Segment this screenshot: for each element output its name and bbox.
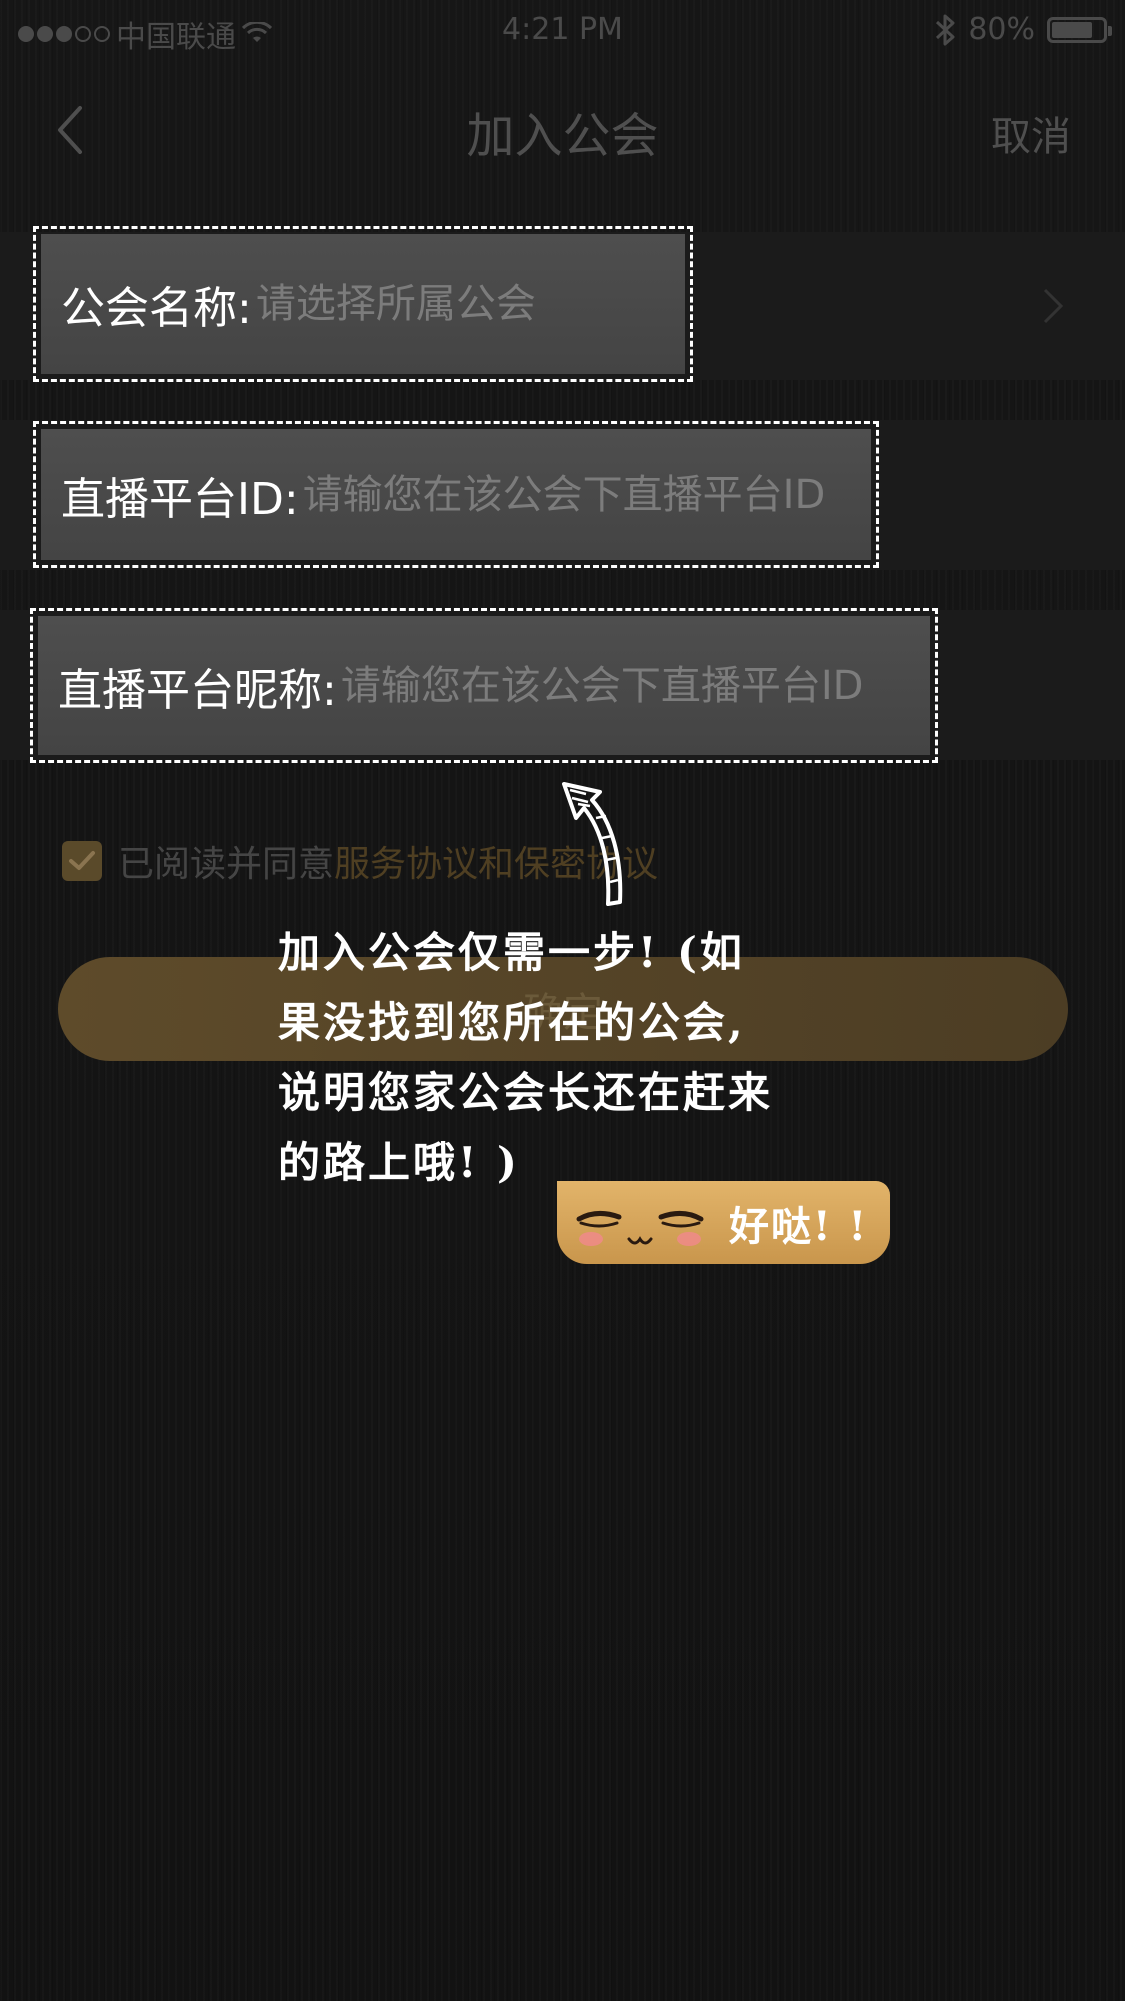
agreement-checkbox[interactable] (62, 841, 102, 881)
agreement-prefix: 已阅读并同意 (118, 844, 335, 885)
tip-line: 果没找到您所在的公会, (278, 998, 746, 1047)
tip-message: 加入公会仅需一步! (如 果没找到您所在的公会, 说明您家公会长还在赶来 的路上… (278, 918, 818, 1198)
platform-id-label: 直播平台ID: (61, 473, 299, 525)
bluetooth-icon (936, 14, 955, 45)
battery-fill (1052, 21, 1092, 38)
guild-name-label: 公会名称: (61, 283, 252, 334)
page-title: 加入公会 (466, 108, 659, 164)
chevron-right-icon (1043, 288, 1064, 324)
tip-line: 加入公会仅需一步! (如 (278, 928, 745, 977)
battery-icon (1047, 16, 1112, 43)
guild-name-field[interactable]: 公会名称: (41, 234, 685, 374)
guild-name-input[interactable] (255, 281, 685, 327)
sleepy-face-icon (576, 1211, 704, 1246)
platform-nickname-input[interactable] (340, 662, 930, 709)
cancel-button[interactable]: 取消 (991, 104, 1071, 162)
status-right: 80% (934, 12, 1112, 47)
battery-percent: 80% (968, 12, 1035, 47)
platform-nickname-highlight: 直播平台昵称: (30, 608, 938, 763)
platform-id-input[interactable] (302, 471, 871, 518)
platform-id-highlight: 直播平台ID: (33, 421, 879, 568)
checkmark-icon (69, 851, 95, 870)
tip-arrow-icon (562, 782, 623, 906)
platform-nickname-label: 直播平台昵称: (58, 664, 337, 716)
tip-line: 说明您家公会长还在赶来 (278, 1068, 774, 1117)
ok-button[interactable]: 好哒! ! (557, 1181, 890, 1264)
platform-id-field[interactable]: 直播平台ID: (41, 429, 871, 560)
ok-label: 好哒! ! (729, 1202, 869, 1250)
navigation-bar: 加入公会 取消 (0, 70, 1125, 185)
status-bar: 中国联通 4:21 PM 80% (0, 0, 1125, 60)
guild-name-highlight: 公会名称: (33, 226, 693, 382)
platform-nickname-field[interactable]: 直播平台昵称: (38, 616, 930, 755)
